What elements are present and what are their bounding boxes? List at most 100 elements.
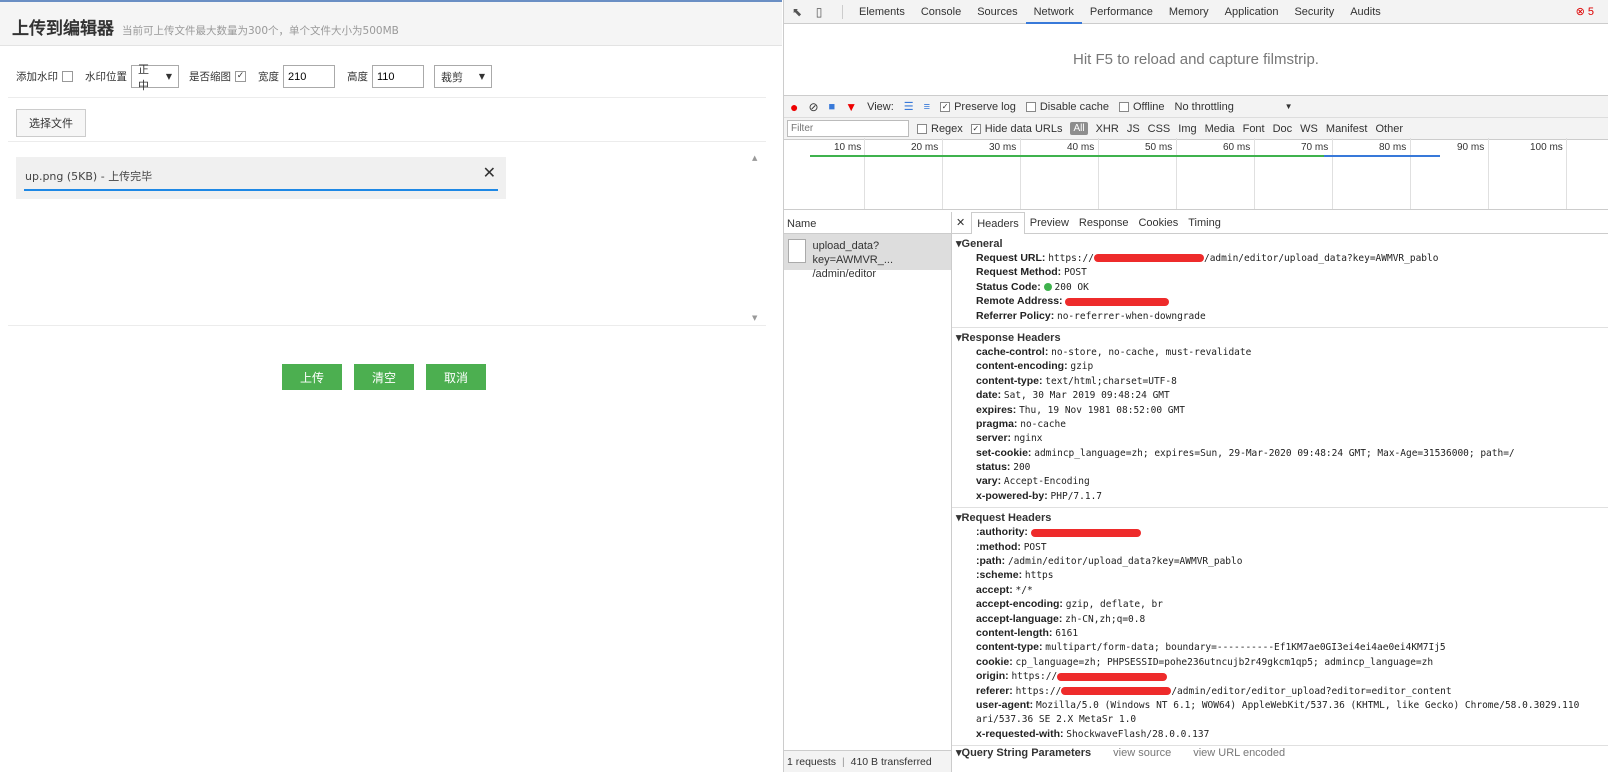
choose-file-button[interactable]: 选择文件 [16, 109, 86, 137]
request-detail: ✕ Headers Preview Response Cookies Timin… [952, 212, 1608, 772]
chevron-down-icon: ▼ [165, 72, 172, 81]
header-value: Sat, 30 Mar 2019 09:48:24 GMT [1003, 390, 1170, 402]
type-filter-css[interactable]: CSS [1148, 123, 1171, 135]
request-path: /admin/editor [812, 268, 877, 280]
tab-preview[interactable]: Preview [1025, 212, 1074, 234]
cancel-button[interactable]: 取消 [426, 364, 486, 390]
device-toolbar-icon[interactable]: ▯ [812, 5, 826, 19]
type-filter-media[interactable]: Media [1205, 123, 1235, 135]
tab-network[interactable]: Network [1025, 0, 1082, 24]
close-icon[interactable]: ✕ [956, 216, 965, 229]
inspect-icon[interactable]: ⬉ [790, 5, 804, 19]
type-filter-js[interactable]: JS [1127, 123, 1140, 135]
clear-button[interactable]: 清空 [354, 364, 414, 390]
general-section: ▾General Request URL: https:// /admin/edi… [952, 234, 1608, 328]
hide-data-urls-checkbox[interactable]: ✓ [970, 123, 981, 134]
tab-audits[interactable]: Audits [1342, 0, 1389, 24]
header-key: vary: [976, 475, 1002, 488]
header-key: Request URL: [976, 252, 1046, 264]
tab-sources[interactable]: Sources [969, 0, 1025, 24]
tab-elements[interactable]: Elements [851, 0, 913, 24]
clear-icon[interactable]: ⊘ [808, 100, 818, 114]
preserve-log-checkbox[interactable]: ✓ [940, 101, 951, 112]
section-header[interactable]: ▾Query String Parameters [956, 746, 1091, 760]
header-rows: :authority: :method: POST:path: /admin/e… [956, 525, 1608, 741]
hide-data-urls-toggle[interactable]: ✓ Hide data URLs [970, 123, 1062, 135]
list-view-icon[interactable]: ☰ [904, 100, 914, 113]
section-header[interactable]: ▾General [956, 237, 1608, 251]
height-label: 高度 [347, 71, 368, 83]
mode-select[interactable]: 裁剪 ▼ [434, 65, 492, 88]
tab-timing[interactable]: Timing [1183, 212, 1226, 234]
tab-memory[interactable]: Memory [1161, 0, 1217, 24]
header-row: pragma: no-cache [956, 417, 1608, 431]
thumb-checkbox[interactable]: ✓ [235, 71, 246, 82]
scroll-up-icon[interactable]: ▲ [752, 154, 757, 162]
scroll-down-icon[interactable]: ▼ [752, 314, 757, 322]
regex-toggle[interactable]: Regex [917, 123, 963, 135]
height-input[interactable] [372, 65, 424, 88]
type-filter-doc[interactable]: Doc [1273, 123, 1293, 135]
tab-security[interactable]: Security [1286, 0, 1342, 24]
offline-checkbox[interactable] [1118, 101, 1129, 112]
type-filter-xhr[interactable]: XHR [1096, 123, 1119, 135]
section-header[interactable]: ▾Response Headers [956, 331, 1608, 345]
preserve-log-toggle[interactable]: ✓ Preserve log [940, 101, 1016, 113]
header-value: /admin/editor/upload_data?key=AWMVR_pabl… [1007, 556, 1243, 568]
error-count[interactable]: ⊗ 5 [1576, 5, 1594, 18]
type-filter-font[interactable]: Font [1243, 123, 1265, 135]
filter-input[interactable] [787, 120, 909, 137]
regex-checkbox[interactable] [917, 123, 927, 134]
waterfall-view-icon[interactable]: ≡ [924, 101, 930, 113]
tab-cookies[interactable]: Cookies [1133, 212, 1183, 234]
type-filter-all[interactable]: All [1070, 122, 1088, 135]
type-filter-manifest[interactable]: Manifest [1326, 123, 1368, 135]
chevron-down-icon: ▼ [1284, 102, 1293, 111]
header-key: Request Method: [976, 266, 1062, 279]
disable-cache-toggle[interactable]: Disable cache [1025, 101, 1109, 113]
detail-tabbar: ✕ Headers Preview Response Cookies Timin… [952, 212, 1608, 234]
name-column-header[interactable]: Name [784, 212, 951, 234]
view-source-link[interactable]: view source [1113, 746, 1171, 760]
grid-line [1566, 138, 1567, 209]
header-row: Referrer Policy: no-referrer-when-downgr… [956, 309, 1608, 323]
filter-icon[interactable]: ▼ [845, 100, 857, 114]
disable-cache-checkbox[interactable] [1025, 101, 1036, 112]
tab-headers[interactable]: Headers [971, 212, 1025, 234]
header-row: accept-language: zh-CN,zh;q=0.8 [956, 612, 1608, 626]
tab-performance[interactable]: Performance [1082, 0, 1161, 24]
close-icon[interactable]: ✕ [483, 163, 496, 182]
type-filter-img[interactable]: Img [1178, 123, 1196, 135]
upload-button[interactable]: 上传 [282, 364, 342, 390]
section-title: Query String Parameters [961, 747, 1092, 760]
watermark-checkbox[interactable] [62, 71, 73, 82]
header-value: Thu, 19 Nov 1981 08:52:00 GMT [1019, 404, 1185, 416]
timeline-overview[interactable]: 10 ms 20 ms 30 ms 40 ms 50 ms 60 ms 70 m… [784, 138, 1608, 210]
header-row: date: Sat, 30 Mar 2019 09:48:24 GMT [956, 388, 1608, 402]
header-value: zh-CN,zh;q=0.8 [1065, 613, 1146, 625]
tab-response[interactable]: Response [1074, 212, 1134, 234]
camera-icon[interactable]: ■ [829, 101, 836, 113]
header-row: content-type: multipart/form-data; bound… [956, 640, 1608, 654]
type-filter-ws[interactable]: WS [1300, 123, 1318, 135]
tick-label: 50 ms [1145, 142, 1173, 153]
header-value: multipart/form-data; boundary=----------… [1045, 642, 1446, 654]
position-label: 水印位置 [85, 71, 127, 83]
position-select[interactable]: 正中 ▼ [131, 63, 179, 92]
header-key: Referrer Policy: [976, 309, 1055, 322]
width-input[interactable] [283, 65, 335, 88]
header-row: Status Code: 200 OK [956, 280, 1608, 294]
file-list-scrollbar[interactable]: ▲ ▼ [750, 154, 762, 322]
tick-label: 60 ms [1223, 142, 1251, 153]
view-url-encoded-link[interactable]: view URL encoded [1193, 746, 1285, 760]
tab-application[interactable]: Application [1217, 0, 1287, 24]
divider [842, 4, 843, 19]
record-icon[interactable]: ● [790, 99, 798, 115]
throttling-select[interactable]: No throttling ▼ [1175, 101, 1293, 113]
tab-console[interactable]: Console [913, 0, 969, 24]
request-row[interactable]: upload_data?key=AWMVR_... /admin/editor [784, 234, 951, 280]
type-filter-other[interactable]: Other [1375, 123, 1403, 135]
header-key: Remote Address: [976, 295, 1063, 308]
offline-toggle[interactable]: Offline [1118, 101, 1165, 113]
section-header[interactable]: ▾Request Headers [956, 511, 1608, 525]
